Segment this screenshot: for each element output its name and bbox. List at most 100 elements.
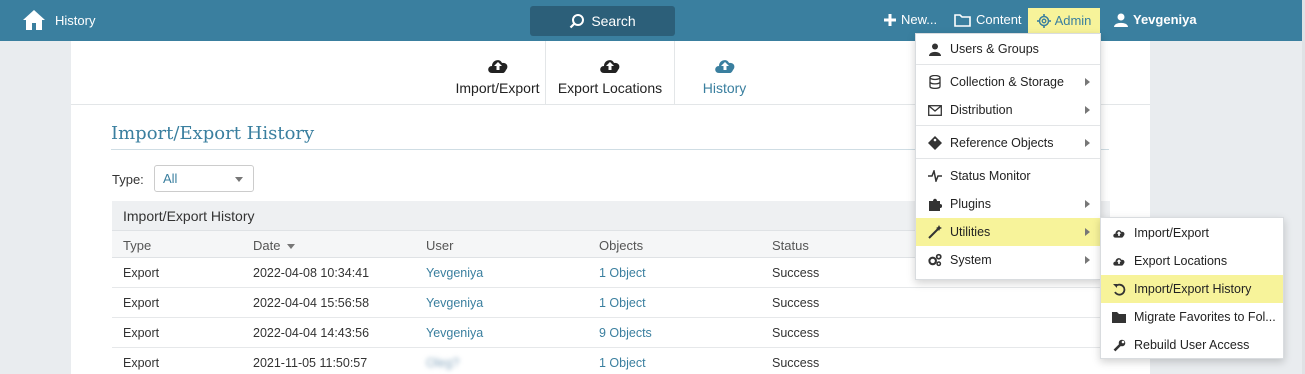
cloud-upload-icon: [487, 60, 507, 73]
column-header-objects[interactable]: Objects: [599, 238, 643, 253]
tab-label: History: [702, 80, 747, 96]
search-label: Search: [591, 13, 636, 29]
chevron-right-icon: [1085, 200, 1090, 208]
menu-divider: [916, 64, 1100, 65]
submenu-item-label: Import/Export History: [1134, 282, 1252, 296]
new-label: New...: [901, 12, 938, 27]
cell-objects-link[interactable]: 1 Object: [599, 266, 646, 280]
folder-icon: [1112, 310, 1126, 324]
column-header-date[interactable]: Date: [253, 238, 296, 253]
cloud-upload-icon: [1112, 254, 1126, 268]
submenu-item-rebuild-user-access[interactable]: Rebuild User Access: [1101, 331, 1283, 359]
submenu-item-import-export-history[interactable]: Import/Export History: [1101, 275, 1283, 303]
tab-label: Export Locations: [557, 80, 663, 96]
menu-item-label: System: [950, 253, 992, 267]
tab-history[interactable]: History: [675, 41, 774, 105]
sort-desc-icon: [287, 244, 296, 250]
user-icon: [1114, 13, 1128, 27]
menu-item-label: Users & Groups: [950, 42, 1039, 56]
tag-icon: [928, 136, 942, 150]
tab-export-locations[interactable]: Export Locations: [546, 41, 675, 105]
puzzle-icon: [928, 197, 942, 211]
chevron-down-icon: [235, 177, 243, 182]
wand-icon: [928, 225, 942, 239]
type-filter-select[interactable]: All: [154, 165, 254, 192]
cloud-upload-icon: [714, 60, 734, 73]
cell-status: Success: [772, 296, 820, 310]
table-row: Export 2022-04-04 14:43:56 Yevgeniya 9 O…: [112, 318, 1110, 348]
database-icon: [928, 75, 942, 89]
chevron-right-icon: [1085, 228, 1090, 236]
user-menu-button[interactable]: Yevgeniya: [1114, 12, 1197, 27]
menu-item-label: Collection & Storage: [950, 75, 1064, 89]
cell-type: Export: [123, 356, 160, 370]
submenu-item-label: Import/Export: [1134, 226, 1210, 240]
menu-item-plugins[interactable]: Plugins: [916, 190, 1100, 218]
cell-type: Export: [123, 326, 160, 340]
page-title: Import/Export History: [111, 123, 315, 144]
cell-user-link[interactable]: Oleg?: [426, 356, 459, 370]
envelope-icon: [928, 103, 942, 117]
menu-item-status-monitor[interactable]: Status Monitor: [916, 162, 1100, 190]
column-header-user[interactable]: User: [426, 238, 453, 253]
tab-import-export[interactable]: Import/Export: [450, 41, 546, 105]
new-button[interactable]: New...: [884, 12, 937, 27]
plus-icon: [884, 13, 896, 26]
cell-user-link[interactable]: Yevgeniya: [426, 266, 483, 280]
menu-item-label: Distribution: [950, 103, 1013, 117]
cell-status: Success: [772, 266, 820, 280]
menu-item-users-groups[interactable]: Users & Groups: [916, 35, 1100, 63]
content-button[interactable]: Content: [954, 12, 1022, 27]
table-row: Export 2022-04-04 15:56:58 Yevgeniya 1 O…: [112, 288, 1110, 318]
home-icon[interactable]: [22, 9, 46, 31]
submenu-item-label: Rebuild User Access: [1134, 338, 1250, 352]
submenu-item-import-export[interactable]: Import/Export: [1101, 219, 1283, 247]
menu-item-label: Utilities: [950, 225, 991, 239]
cloud-upload-icon: [600, 60, 620, 73]
tab-label: Import/Export: [455, 80, 540, 96]
menu-divider: [916, 158, 1100, 159]
pulse-icon: [928, 169, 942, 183]
cell-type: Export: [123, 296, 160, 310]
content-label: Content: [976, 12, 1022, 27]
column-header-type[interactable]: Type: [123, 238, 151, 253]
cell-user-link[interactable]: Yevgeniya: [426, 296, 483, 310]
utilities-submenu: Import/Export Export Locations Import/Ex…: [1100, 217, 1284, 359]
cell-objects-link[interactable]: 1 Object: [599, 296, 646, 310]
cell-date: 2022-04-08 10:34:41: [253, 266, 370, 280]
cell-type: Export: [123, 266, 160, 280]
submenu-item-label: Export Locations: [1134, 254, 1228, 268]
user-icon: [928, 42, 942, 56]
cell-date: 2022-04-04 15:56:58: [253, 296, 370, 310]
cell-status: Success: [772, 356, 820, 370]
menu-item-reference-objects[interactable]: Reference Objects: [916, 129, 1100, 157]
chevron-right-icon: [1085, 106, 1090, 114]
search-icon: [570, 14, 585, 29]
cell-user-link[interactable]: Yevgeniya: [426, 326, 483, 340]
submenu-item-label: Migrate Favorites to Fol...: [1134, 310, 1276, 324]
admin-button[interactable]: Admin: [1028, 8, 1100, 33]
menu-item-utilities[interactable]: Utilities: [916, 218, 1100, 246]
cell-objects-link[interactable]: 9 Objects: [599, 326, 652, 340]
search-button[interactable]: Search: [530, 6, 675, 36]
type-filter-label: Type:: [112, 172, 144, 187]
submenu-item-migrate-favorites[interactable]: Migrate Favorites to Fol...: [1101, 303, 1283, 331]
menu-divider: [916, 125, 1100, 126]
chevron-right-icon: [1085, 256, 1090, 264]
gear-icon: [1036, 13, 1051, 28]
menu-item-distribution[interactable]: Distribution: [916, 96, 1100, 124]
cogs-icon: [928, 253, 942, 267]
table-row: Export 2021-11-05 11:50:57 Oleg? 1 Objec…: [112, 348, 1110, 374]
submenu-item-export-locations[interactable]: Export Locations: [1101, 247, 1283, 275]
menu-item-label: Plugins: [950, 197, 991, 211]
admin-label: Admin: [1054, 13, 1092, 28]
column-header-status[interactable]: Status: [772, 238, 809, 253]
cell-date: 2021-11-05 11:50:57: [253, 356, 368, 370]
folder-outline-icon: [954, 13, 971, 27]
menu-item-collection-storage[interactable]: Collection & Storage: [916, 68, 1100, 96]
cell-objects-link[interactable]: 1 Object: [599, 356, 646, 370]
undo-icon: [1112, 282, 1126, 296]
page-breadcrumb-title: History: [55, 13, 96, 28]
menu-item-system[interactable]: System: [916, 246, 1100, 274]
menu-item-label: Status Monitor: [950, 169, 1031, 183]
